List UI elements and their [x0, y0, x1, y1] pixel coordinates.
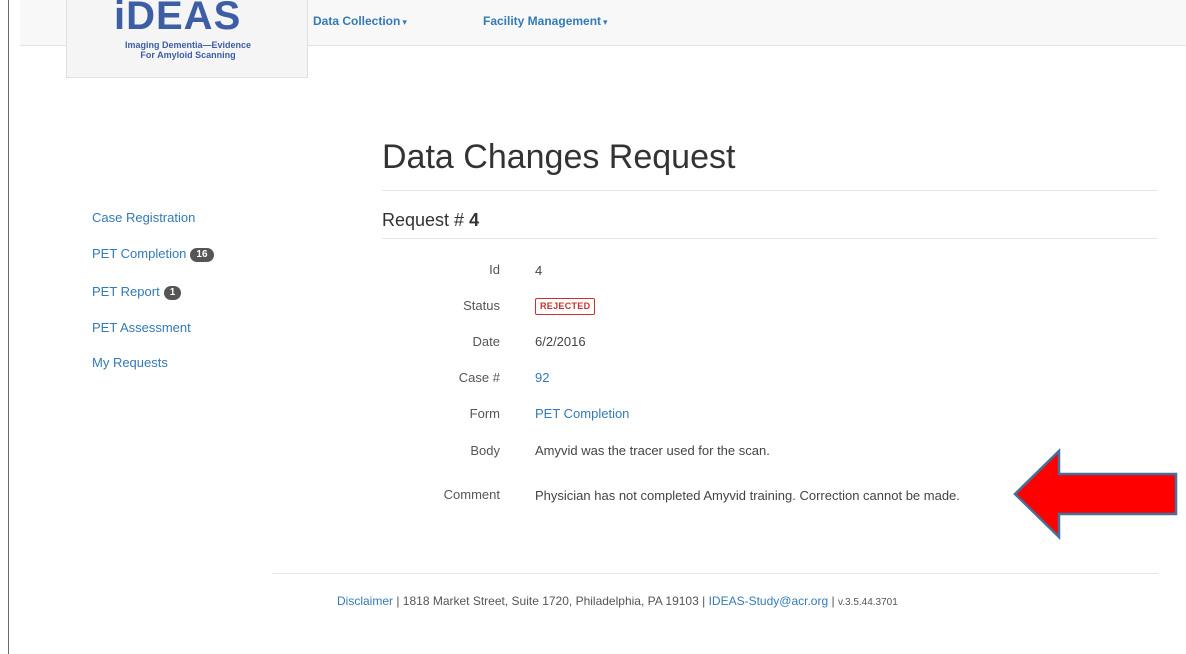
- sidebar-item-pet-completion[interactable]: PET Completion 16: [92, 246, 214, 262]
- logo-wordmark: iDEAS: [114, 0, 242, 38]
- logo-tagline-line2: For Amyloid Scanning: [140, 50, 236, 60]
- divider: [382, 190, 1158, 191]
- id-label: Id: [489, 262, 500, 277]
- count-badge: 16: [190, 248, 214, 262]
- nav-facility-management-label: Facility Management: [483, 14, 602, 28]
- frame-edge: [8, 0, 9, 654]
- request-number: 4: [469, 210, 480, 230]
- nav-data-collection[interactable]: Data Collection ▾: [313, 14, 407, 28]
- contact-email-link[interactable]: IDEAS-Study@acr.org: [709, 594, 829, 608]
- version-text: v.3.5.44.3701: [837, 597, 898, 608]
- status-value: REJECTED: [535, 297, 596, 315]
- divider: [272, 573, 1158, 574]
- nav-data-collection-label: Data Collection: [313, 14, 401, 28]
- caret-down-icon: ▾: [603, 17, 608, 27]
- sidebar-item-label: PET Assessment: [92, 320, 191, 335]
- divider: [382, 238, 1158, 239]
- disclaimer-link[interactable]: Disclaimer: [337, 594, 393, 608]
- case-link[interactable]: 92: [535, 370, 549, 385]
- body-label: Body: [470, 443, 500, 458]
- comment-label: Comment: [443, 487, 500, 502]
- id-value: 4: [535, 263, 543, 278]
- sidebar-item-label: My Requests: [92, 355, 168, 370]
- case-label: Case #: [458, 370, 500, 385]
- footer: Disclaimer | 1818 Market Street, Suite 1…: [337, 594, 898, 608]
- date-label: Date: [472, 334, 500, 349]
- sidebar-item-label: PET Report: [92, 284, 160, 299]
- date-value: 6/2/2016: [535, 334, 586, 349]
- count-badge: 1: [163, 286, 182, 300]
- sidebar-item-label: Case Registration: [92, 210, 196, 225]
- page-title: Data Changes Request: [382, 138, 736, 176]
- status-badge: REJECTED: [535, 298, 596, 315]
- form-link[interactable]: PET Completion: [535, 406, 629, 421]
- nav-facility-management[interactable]: Facility Management ▾: [483, 14, 608, 28]
- sidebar-item-pet-assessment[interactable]: PET Assessment: [92, 320, 191, 335]
- brand-logo[interactable]: iDEAS Imaging Dementia—Evidence For Amyl…: [66, 0, 308, 78]
- form-label: Form: [469, 406, 500, 421]
- sidebar-item-label: PET Completion: [92, 246, 187, 261]
- caret-down-icon: ▾: [402, 17, 407, 27]
- sidebar-item-my-requests[interactable]: My Requests: [92, 355, 168, 370]
- body-value: Amyvid was the tracer used for the scan.: [535, 443, 770, 458]
- request-heading: Request # 4: [382, 210, 479, 231]
- sidebar-item-case-registration[interactable]: Case Registration: [92, 210, 195, 225]
- footer-separator: |: [828, 594, 838, 608]
- comment-value: Physician has not completed Amyvid train…: [535, 488, 960, 503]
- left-arrow-icon: [1013, 448, 1178, 540]
- footer-address: | 1818 Market Street, Suite 1720, Philad…: [393, 594, 709, 608]
- status-label: Status: [463, 298, 500, 313]
- request-heading-prefix: Request #: [382, 210, 465, 230]
- sidebar-item-pet-report[interactable]: PET Report 1: [92, 284, 182, 300]
